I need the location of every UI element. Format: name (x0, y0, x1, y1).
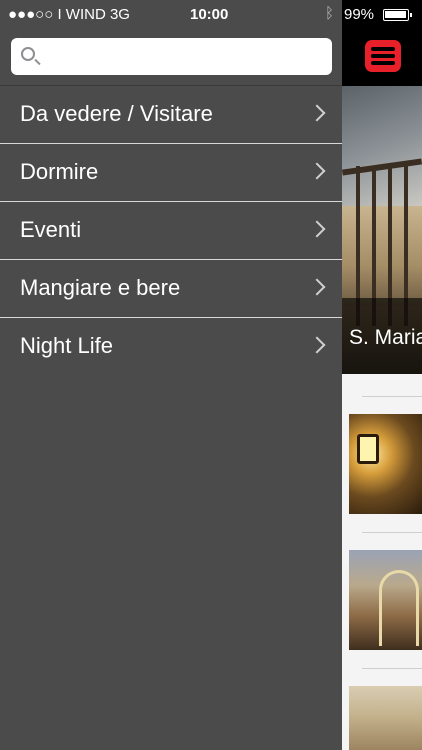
menu-item-label: Night Life (20, 333, 113, 358)
list-item-thumbnail[interactable] (349, 550, 422, 650)
chevron-right-icon (308, 278, 326, 296)
menu-item-night-life[interactable]: Night Life (0, 317, 342, 375)
search-bar[interactable] (11, 38, 332, 75)
menu-item-dormire[interactable]: Dormire (0, 143, 342, 201)
menu-item-label: Da vedere / Visitare (20, 101, 213, 126)
main-content-peek: S. Maria (342, 0, 422, 750)
hamburger-menu-icon[interactable] (365, 40, 401, 72)
menu-item-label: Eventi (20, 217, 82, 242)
menu-item-label: Dormire (20, 159, 99, 184)
side-drawer: Da vedere / Visitare Dormire Eventi Mang… (0, 0, 342, 750)
menu-item-da-vedere[interactable]: Da vedere / Visitare (0, 85, 342, 143)
battery-percent: 99% (344, 6, 375, 23)
hero-image[interactable]: S. Maria (342, 86, 422, 374)
status-bar: ●●●○○ I WIND 3G 10:00 ᛒ 99% (0, 0, 422, 30)
divider (362, 396, 422, 397)
chevron-right-icon (308, 220, 326, 238)
battery-icon (383, 9, 412, 21)
chevron-right-icon (308, 162, 326, 180)
hero-caption: S. Maria (349, 326, 422, 349)
list-item-thumbnail[interactable] (349, 686, 422, 750)
carrier-signal: ●●●○○ I WIND 3G (8, 6, 130, 23)
menu-list: Da vedere / Visitare Dormire Eventi Mang… (0, 85, 342, 375)
search-input[interactable] (45, 38, 325, 75)
chevron-right-icon (308, 104, 326, 122)
list-item-thumbnail[interactable] (349, 414, 422, 514)
chevron-right-icon (308, 336, 326, 354)
divider (362, 532, 422, 533)
bluetooth-icon: ᛒ (325, 5, 335, 22)
status-time: 10:00 (190, 6, 229, 23)
menu-item-mangiare-e-bere[interactable]: Mangiare e bere (0, 259, 342, 317)
search-icon (21, 47, 35, 61)
divider (362, 668, 422, 669)
menu-item-label: Mangiare e bere (20, 275, 181, 300)
menu-item-eventi[interactable]: Eventi (0, 201, 342, 259)
